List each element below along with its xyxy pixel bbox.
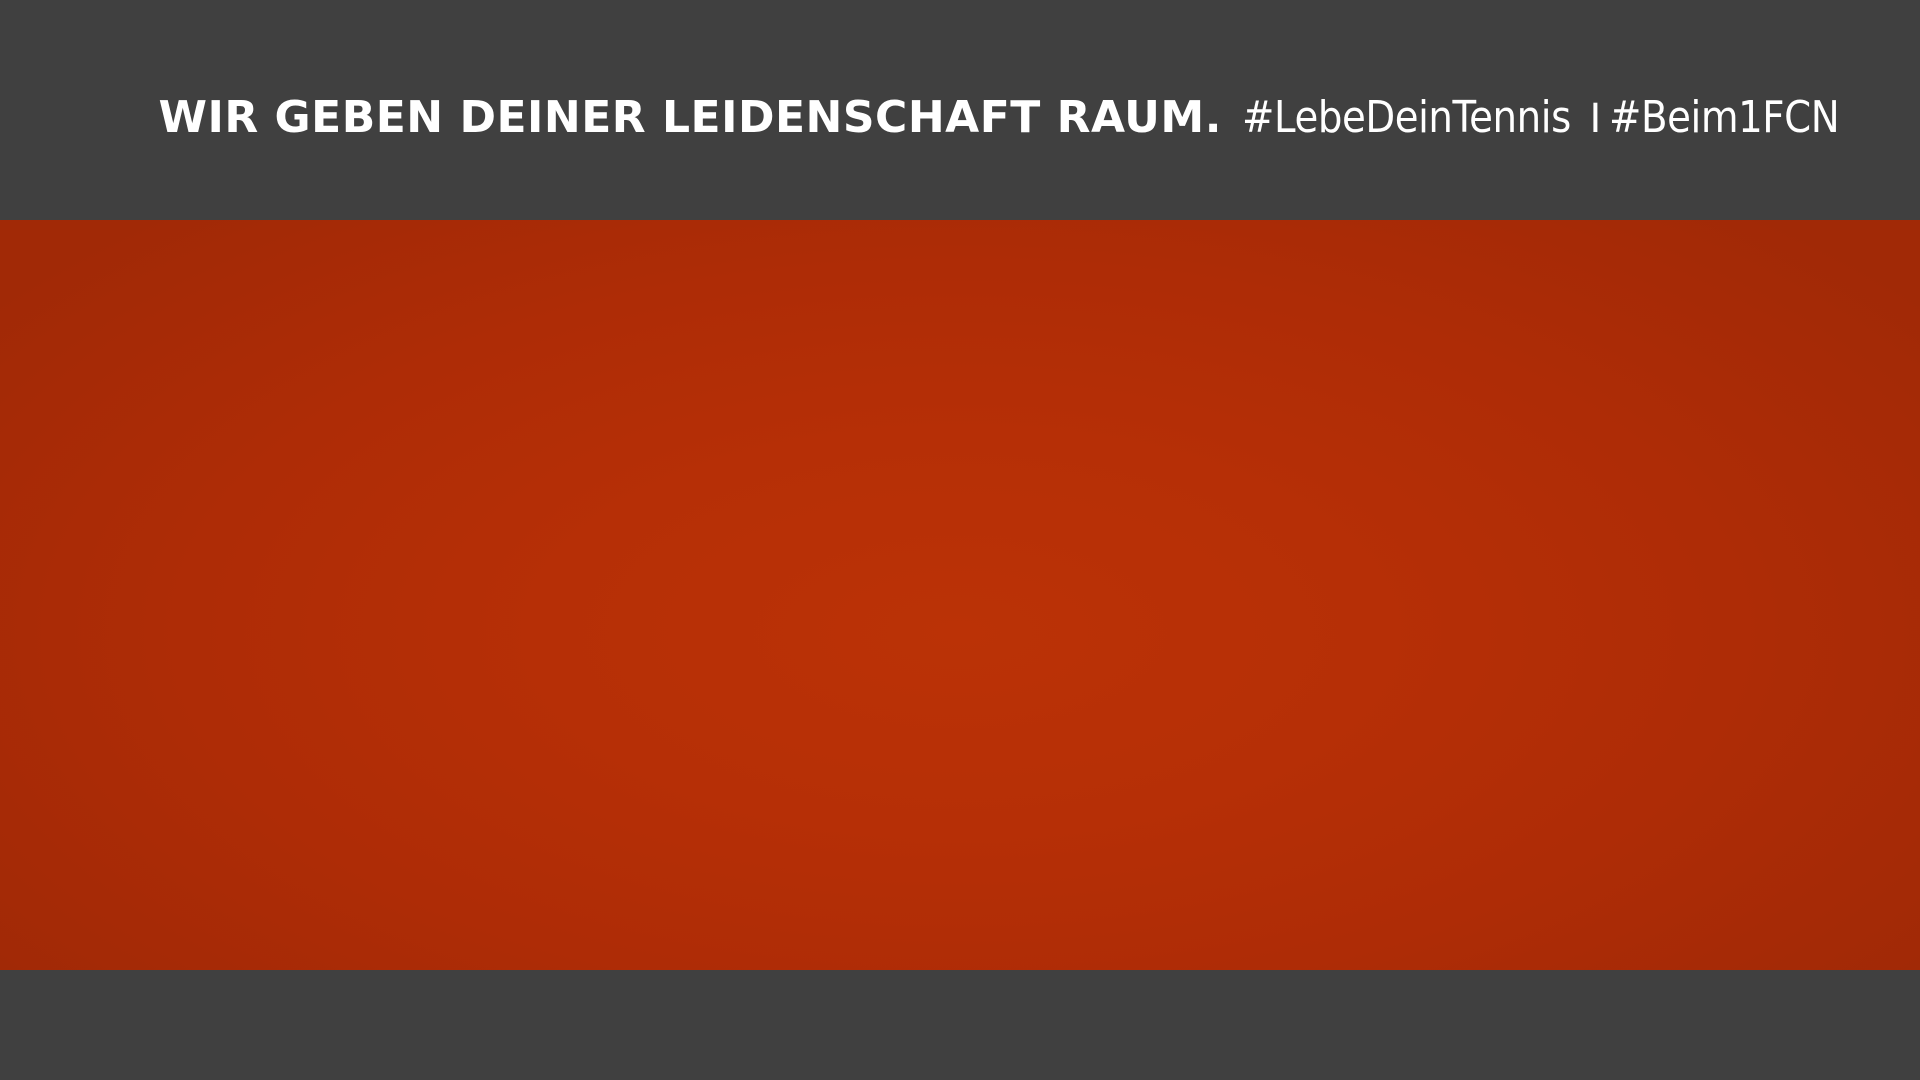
top-bar: WIR GEBEN DEINER LEIDENSCHAFT RAUM. #Leb… — [0, 0, 1920, 220]
headline: WIR GEBEN DEINER LEIDENSCHAFT RAUM. #Leb… — [158, 92, 1843, 145]
hashtag-separator: I — [1589, 96, 1602, 142]
bottom-bar — [0, 970, 1920, 1080]
slogan-text: WIR GEBEN DEINER LEIDENSCHAFT RAUM. — [158, 92, 1222, 143]
clay-court-background — [0, 220, 1920, 970]
hashtag-beim-1fcn: #Beim1FCN — [1609, 92, 1840, 143]
banner: WIR GEBEN DEINER LEIDENSCHAFT RAUM. #Leb… — [0, 0, 1920, 1080]
hashtag-lebe-dein-tennis: #LebeDeinTennis — [1241, 92, 1571, 143]
